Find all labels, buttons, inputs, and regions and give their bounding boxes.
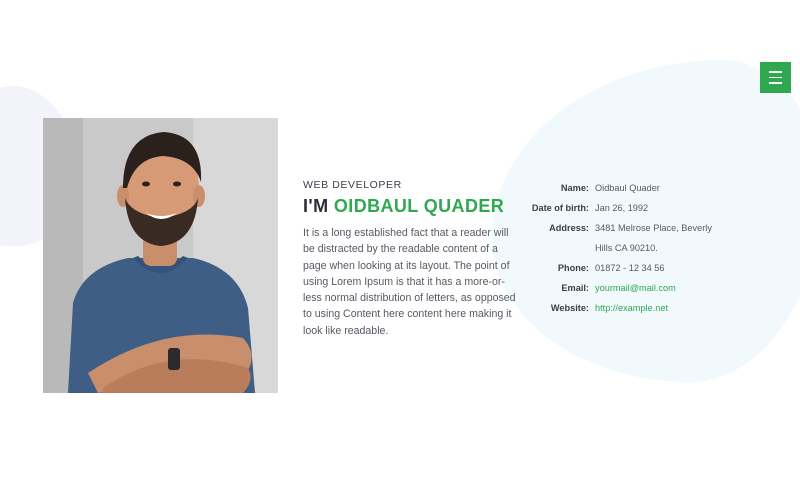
info-row-name: Name: Oidbaul Quader <box>520 178 750 198</box>
title-name: OIDBAUL QUADER <box>333 196 505 216</box>
info-row-dob: Date of birth: Jan 26, 1992 <box>520 198 750 218</box>
intro-section: WEB DEVELOPER I'M OIDBAUL QUADER It is a… <box>303 179 518 339</box>
info-row-website: Website: http://example.net <box>520 298 750 318</box>
page-title: I'M OIDBAUL QUADER <box>303 195 518 217</box>
info-row-address-cont: Hills CA 90210. <box>520 238 750 258</box>
personal-info-list: Name: Oidbaul Quader Date of birth: Jan … <box>520 178 750 318</box>
info-label: Name: <box>560 183 589 193</box>
hamburger-icon <box>769 82 782 84</box>
bio-paragraph: It is a long established fact that a rea… <box>303 227 516 337</box>
website-link[interactable]: http://example.net <box>595 298 735 318</box>
profile-photo <box>43 118 278 393</box>
menu-button[interactable] <box>760 62 791 93</box>
info-value-address-line2: Hills CA 90210. <box>595 243 658 253</box>
info-value-phone: 01872 - 12 34 56 <box>595 263 665 273</box>
hamburger-icon <box>769 71 782 73</box>
hamburger-icon <box>769 76 782 79</box>
title-prefix: I'M <box>303 196 334 216</box>
email-link[interactable]: yourmail@mail.com <box>595 278 735 298</box>
info-label: Phone: <box>557 263 589 273</box>
info-value-name: Oidbaul Quader <box>595 183 660 193</box>
info-label: Website: <box>550 303 589 313</box>
info-value-address-line1: 3481 Melrose Place, Beverly <box>595 223 712 233</box>
info-row-phone: Phone: 01872 - 12 34 56 <box>520 258 750 278</box>
info-label: Address: <box>549 223 589 233</box>
info-row-email: Email: yourmail@mail.com <box>520 278 750 298</box>
job-title: WEB DEVELOPER <box>303 179 402 191</box>
info-label: Email: <box>561 283 589 293</box>
info-value-dob: Jan 26, 1992 <box>595 203 649 213</box>
info-row-address: Address: 3481 Melrose Place, Beverly <box>520 218 750 238</box>
info-label-empty <box>520 238 595 258</box>
info-label: Date of birth: <box>531 203 589 213</box>
